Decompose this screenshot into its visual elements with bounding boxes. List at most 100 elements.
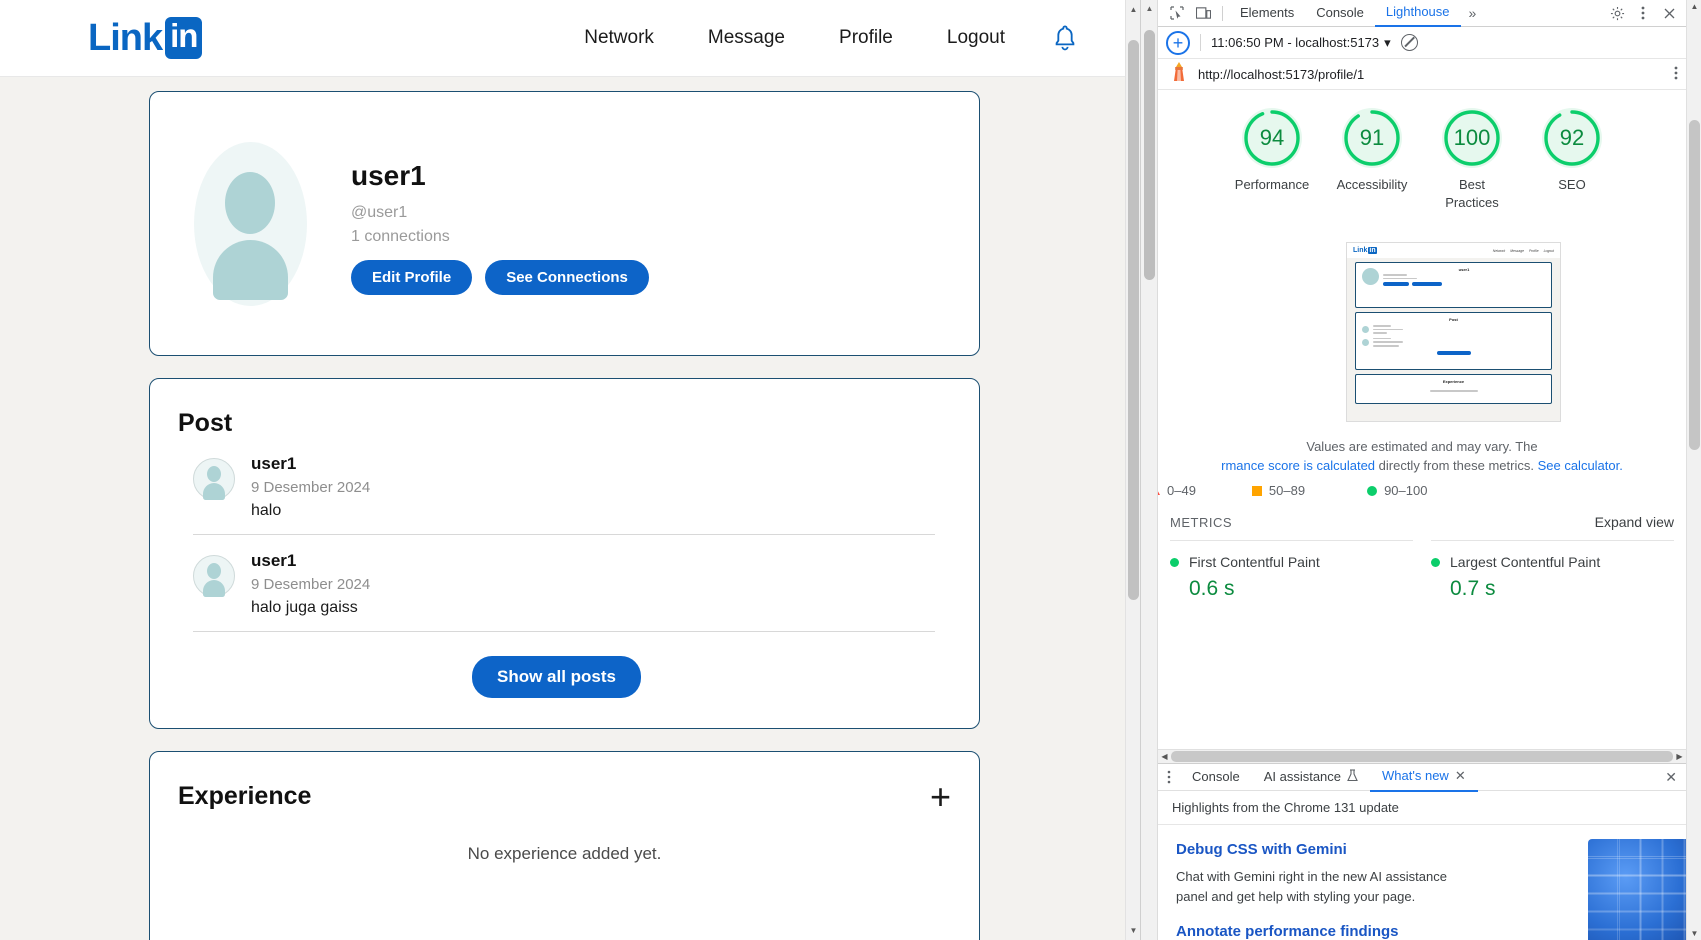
show-all-posts-button[interactable]: Show all posts: [471, 656, 642, 698]
drawer-menu-icon[interactable]: [1165, 770, 1180, 785]
logo-text: Link: [88, 16, 163, 59]
site-logo[interactable]: Link in: [88, 16, 203, 60]
tab-lighthouse[interactable]: Lighthouse: [1374, 0, 1461, 27]
devtools-panel: ▲ Elements Console Lighthouse » + 11:06:…: [1140, 0, 1701, 940]
scroll-up-arrow[interactable]: ▲: [1141, 4, 1158, 13]
drawer-tab-label: Console: [1192, 769, 1240, 784]
metrics-grid: First Contentful Paint 0.6 s Largest Con…: [1158, 530, 1686, 601]
legend-label: 90–100: [1384, 483, 1428, 498]
nav-link-network[interactable]: Network: [557, 19, 681, 57]
metric-largest-contentful-paint[interactable]: Largest Contentful Paint 0.7 s: [1431, 540, 1674, 601]
drawer-tab-whats-new[interactable]: What's new ✕: [1370, 763, 1478, 792]
post-date: 9 Desember 2024: [251, 479, 371, 496]
nav-link-logout[interactable]: Logout: [920, 19, 1032, 57]
legend-item-0-49: 0–49: [1158, 483, 1196, 498]
gauge-label: Best Practices: [1445, 177, 1499, 210]
devtools-left-scrollbar[interactable]: ▲: [1141, 0, 1158, 940]
gauge-performance[interactable]: 94 Performance: [1231, 108, 1314, 211]
report-horizontal-scrollbar[interactable]: ◀ ▶: [1158, 749, 1686, 763]
gear-icon[interactable]: [1604, 1, 1630, 25]
gauge-seo[interactable]: 92 SEO: [1531, 108, 1614, 211]
post-text: halo: [251, 502, 282, 519]
status-dot-icon: [1431, 557, 1440, 567]
devtools-right-scrollbar[interactable]: ▲ ▼: [1686, 0, 1701, 940]
edit-profile-button[interactable]: Edit Profile: [351, 260, 473, 295]
list-item[interactable]: user1 9 Desember 2024 halo juga gaiss: [193, 535, 935, 632]
kebab-menu-icon[interactable]: [1630, 1, 1656, 25]
close-icon[interactable]: ✕: [1455, 768, 1466, 784]
drawer-tabbar: Console AI assistance What's new ✕ ✕: [1158, 763, 1686, 792]
kebab-menu-icon[interactable]: [1674, 66, 1678, 81]
see-calculator-link[interactable]: See calculator.: [1538, 458, 1623, 473]
status-dot-icon: [1170, 557, 1179, 567]
whats-new-subtitle: Highlights from the Chrome 131 update: [1158, 791, 1686, 825]
lighthouse-report: 94 Performance 91 Accessibility 100 Best…: [1158, 90, 1686, 749]
run-selector[interactable]: 11:06:50 PM - localhost:5173 ▾: [1211, 35, 1391, 51]
profile-actions: Edit Profile See Connections: [351, 260, 649, 295]
scroll-up-arrow[interactable]: ▲: [1126, 2, 1140, 17]
expand-view-button[interactable]: Expand view: [1595, 514, 1674, 530]
circle-swatch-icon: [1367, 485, 1378, 496]
whats-new-item-body: Chat with Gemini right in the new AI ass…: [1176, 869, 1447, 904]
audited-url: http://localhost:5173/profile/1: [1198, 66, 1365, 82]
lighthouse-icon: [1170, 61, 1188, 88]
square-swatch-icon: [1251, 485, 1262, 496]
scrollbar-thumb[interactable]: [1128, 40, 1139, 600]
drawer-tab-ai-assistance[interactable]: AI assistance: [1252, 764, 1370, 791]
plus-icon[interactable]: +: [930, 778, 951, 814]
drawer-tab-label: What's new: [1382, 768, 1449, 783]
devtools-main: Elements Console Lighthouse » + 11:06:50…: [1158, 0, 1696, 940]
page-content: user1 @user1 1 connections Edit Profile …: [0, 77, 1140, 940]
devtools-tabbar-right: [1604, 1, 1686, 25]
experience-section-title: Experience: [178, 782, 312, 810]
score-gauges: 94 Performance 91 Accessibility 100 Best…: [1158, 90, 1686, 217]
tab-console[interactable]: Console: [1305, 0, 1375, 26]
drawer-close-icon[interactable]: ✕: [1665, 769, 1686, 786]
scrollbar-thumb[interactable]: [1689, 120, 1700, 450]
close-icon[interactable]: [1656, 1, 1682, 25]
inspect-element-icon[interactable]: [1164, 1, 1190, 25]
drawer-tab-label: AI assistance: [1263, 769, 1342, 784]
scrollbar-thumb[interactable]: [1144, 30, 1155, 280]
desc-part-1: Values are estimated and may vary. The: [1306, 439, 1538, 455]
navbar-links: Network Message Profile Logout: [557, 19, 1140, 57]
show-all-posts-wrap: Show all posts: [178, 656, 935, 698]
more-tabs-icon[interactable]: »: [1461, 5, 1485, 21]
run-selector-label: 11:06:50 PM - localhost:5173: [1211, 35, 1380, 50]
no-entry-icon[interactable]: [1400, 34, 1418, 51]
drawer-tab-console[interactable]: Console: [1180, 764, 1252, 790]
notification-bell-icon[interactable]: [1052, 24, 1078, 52]
profile-info: user1 @user1 1 connections Edit Profile …: [351, 152, 649, 295]
plus-circle-icon[interactable]: +: [1166, 30, 1190, 55]
see-connections-button[interactable]: See Connections: [485, 260, 649, 295]
scrollbar-thumb[interactable]: [1171, 751, 1673, 762]
scroll-left-arrow[interactable]: ◀: [1158, 752, 1171, 761]
nav-link-profile[interactable]: Profile: [812, 19, 920, 57]
desc-part-2: directly from these metrics.: [1375, 457, 1538, 473]
scroll-right-arrow[interactable]: ▶: [1673, 752, 1686, 761]
flask-icon: [1347, 768, 1358, 785]
scroll-down-arrow[interactable]: ▼: [1687, 929, 1701, 938]
score-calculated-link[interactable]: rmance score is calculated: [1221, 458, 1375, 473]
page-scrollbar[interactable]: ▲ ▼: [1125, 0, 1140, 940]
lighthouse-toolbar: + 11:06:50 PM - localhost:5173 ▾: [1158, 27, 1686, 59]
gauge-label: Performance: [1234, 177, 1310, 192]
list-item[interactable]: user1 9 Desember 2024 halo: [193, 438, 935, 535]
device-toolbar-icon[interactable]: [1190, 1, 1216, 25]
scroll-down-arrow[interactable]: ▼: [1126, 923, 1140, 938]
metric-name: First Contentful Paint: [1189, 554, 1320, 570]
site-navbar: Link in Network Message Profile Logout: [0, 0, 1140, 77]
experience-empty-text: No experience added yet.: [467, 844, 662, 863]
avatar: [193, 555, 235, 597]
legend-label: 0–49: [1167, 483, 1196, 498]
gauge-best-practices[interactable]: 100 Best Practices: [1431, 108, 1514, 211]
gauge-accessibility[interactable]: 91 Accessibility: [1331, 108, 1414, 211]
devtools-tabbar: Elements Console Lighthouse »: [1158, 0, 1686, 27]
metric-first-contentful-paint[interactable]: First Contentful Paint 0.6 s: [1170, 540, 1413, 601]
post-author: user1: [251, 551, 297, 570]
tab-elements[interactable]: Elements: [1229, 0, 1305, 26]
logo-badge: in: [165, 17, 203, 59]
scroll-up-arrow[interactable]: ▲: [1687, 2, 1701, 11]
metrics-header: METRICS Expand view: [1158, 498, 1686, 530]
nav-link-message[interactable]: Message: [681, 19, 812, 57]
